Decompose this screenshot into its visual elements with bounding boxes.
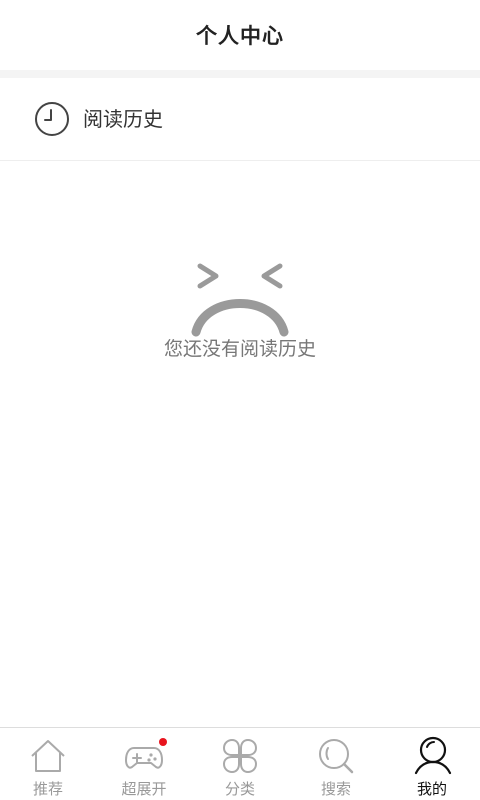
tab-label-category: 分类 bbox=[224, 780, 255, 798]
app-root: 个人中心 阅读历史 您还没有阅读历史 推荐 超展开 分类 搜索 我的 bbox=[0, 0, 480, 800]
bottom-tabbar: 推荐 超展开 分类 搜索 我的 bbox=[0, 727, 480, 800]
sad-face-icon bbox=[191, 263, 289, 337]
user-icon bbox=[414, 736, 452, 775]
reading-history-label: 阅读历史 bbox=[83, 107, 163, 131]
tab-mine[interactable]: 我的 bbox=[384, 728, 480, 800]
reading-history-row[interactable]: 阅读历史 bbox=[0, 78, 480, 161]
tab-label-search: 搜索 bbox=[320, 780, 351, 798]
gamepad-icon bbox=[125, 747, 163, 769]
tab-recommend[interactable]: 推荐 bbox=[0, 728, 96, 800]
page-title: 个人中心 bbox=[196, 24, 284, 48]
tab-search[interactable]: 搜索 bbox=[288, 728, 384, 800]
tab-expand[interactable]: 超展开 bbox=[96, 728, 192, 800]
empty-state: 您还没有阅读历史 bbox=[0, 258, 480, 368]
clock-icon bbox=[35, 102, 69, 136]
category-icon bbox=[222, 738, 258, 774]
notification-badge bbox=[159, 738, 167, 746]
search-icon bbox=[319, 739, 354, 774]
tab-label-mine: 我的 bbox=[416, 780, 447, 798]
empty-message: 您还没有阅读历史 bbox=[163, 338, 316, 360]
tab-label-recommend: 推荐 bbox=[32, 780, 63, 798]
top-header: 个人中心 bbox=[0, 0, 480, 70]
home-icon bbox=[31, 740, 65, 772]
tab-category[interactable]: 分类 bbox=[192, 728, 288, 800]
section-divider bbox=[0, 70, 480, 78]
tab-label-expand: 超展开 bbox=[121, 780, 167, 798]
